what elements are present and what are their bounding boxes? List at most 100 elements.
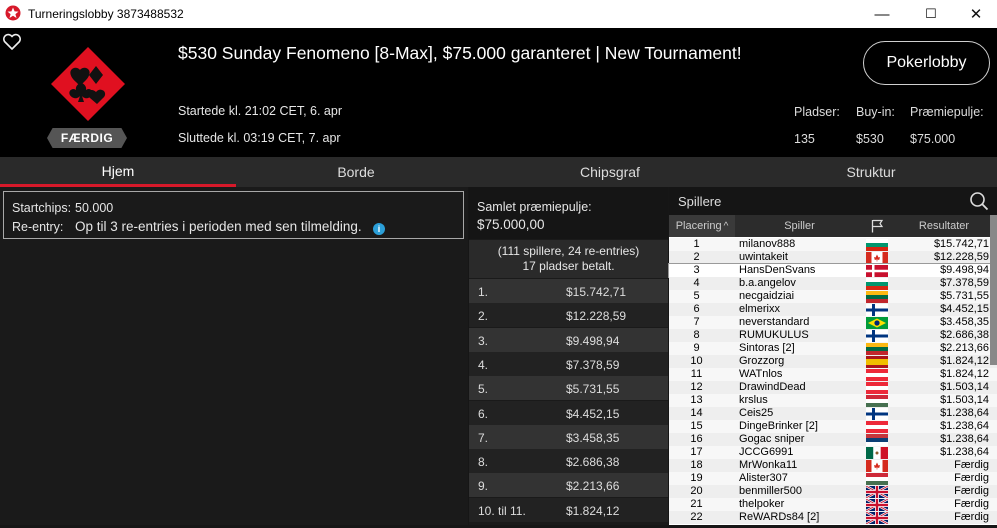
canada-flag-icon [866, 460, 888, 472]
payout-row: 4. $7.378,59 [469, 351, 668, 376]
player-result: Færdig [954, 472, 989, 484]
payout-amount: $4.452,15 [566, 406, 620, 421]
sort-asc-icon: ^ [723, 220, 729, 232]
player-row[interactable]: 17 JCCG6991 $1.238,64 [669, 446, 997, 459]
player-name: RUMUKULUS [739, 329, 809, 341]
player-rank: 5 [693, 290, 700, 302]
player-rank: 14 [690, 407, 703, 419]
player-result: Færdig [954, 459, 989, 471]
player-result: $1.238,64 [940, 407, 989, 419]
player-row[interactable]: 16 Gogac sniper $1.238,64 [669, 433, 997, 446]
reentry-value: Op til 3 re-entries i perioden med sen t… [75, 219, 362, 234]
tournament-title: $530 Sunday Fenomeno [8-Max], $75.000 ga… [178, 43, 742, 63]
brazil-flag-icon [866, 317, 888, 329]
player-row[interactable]: 10 Grozzorg $1.824,12 [669, 355, 997, 368]
pokerstars-logo-icon [5, 5, 21, 21]
info-icon[interactable]: i [373, 223, 385, 235]
player-name: WATnlos [739, 368, 783, 380]
payout-amount: $3.458,35 [566, 430, 620, 445]
startchips-label: Startchips: [12, 201, 72, 215]
player-row[interactable]: 13 krslus $1.503,14 [669, 394, 997, 407]
maximize-button[interactable]: ☐ [908, 0, 954, 28]
uk-flag-icon [865, 510, 889, 526]
minimize-button[interactable]: — [859, 0, 905, 28]
player-row[interactable]: 7 neverstandard $3.458,35 [669, 316, 997, 329]
player-name: benmiller500 [739, 485, 802, 497]
player-table-header: Placering ^ Spiller Resultater [669, 215, 997, 237]
reentry-label: Re-entry: [12, 220, 64, 234]
player-name: JCCG6991 [739, 446, 794, 458]
payout-row: 6. $4.452,15 [469, 400, 668, 425]
uk-flag-icon [865, 497, 889, 513]
player-name: thelpoker [739, 498, 785, 510]
player-row[interactable]: 4 b.a.angelov $7.378,59 [669, 277, 997, 290]
player-row[interactable]: 12 DrawindDead $1.503,14 [669, 381, 997, 394]
player-result: $5.731,55 [940, 290, 989, 302]
prize-panel: Samlet præmiepulje: $75.000,00 (111 spil… [469, 187, 668, 525]
player-name: Ceis25 [739, 407, 774, 419]
payout-row: 1. $15.742,71 [469, 279, 668, 303]
player-rank: 22 [690, 511, 703, 523]
player-row[interactable]: 5 necgaidziai $5.731,55 [669, 290, 997, 303]
player-row[interactable]: 21 thelpoker Færdig [669, 497, 997, 513]
player-row[interactable]: 9 Sintoras [2] $2.213,66 [669, 342, 997, 355]
payout-place: 8. [478, 455, 489, 470]
player-row[interactable]: 22 ReWARDs84 [2] Færdig [669, 510, 997, 526]
player-result: Færdig [954, 498, 989, 510]
tab-bar: Hjem Borde Chipsgraf Struktur [0, 157, 997, 187]
search-icon[interactable] [969, 191, 989, 211]
column-rank[interactable]: Placering ^ [669, 215, 735, 237]
player-list-scrollbar[interactable] [990, 215, 997, 365]
player-row[interactable]: 19 Alister307 Færdig [669, 472, 997, 485]
player-result: $2.213,66 [940, 342, 989, 354]
startchips-value: 50.000 [75, 201, 114, 215]
payout-amount: $12.228,59 [566, 309, 627, 324]
player-row[interactable]: 6 elmerixx $4.452,15 [669, 303, 997, 316]
window-titlebar: Turneringslobby 3873488532 — ☐ ✕ [0, 0, 997, 28]
tab-chipgraph[interactable]: Chipsgraf [493, 157, 727, 187]
player-name: Alister307 [739, 472, 788, 484]
payout-place: 1. [478, 285, 489, 299]
player-row[interactable]: 18 MrWonka11 Færdig [669, 459, 997, 472]
prize-pool-value: $75.000,00 [477, 217, 545, 232]
player-row[interactable]: 20 benmiller500 Færdig [669, 484, 997, 500]
player-row[interactable]: 2 uwintakeit $12.228,59 [669, 251, 997, 264]
column-result[interactable]: Resultater [891, 215, 997, 237]
player-result: Færdig [954, 485, 989, 497]
poker-lobby-button[interactable]: Pokerlobby [863, 41, 990, 85]
tab-structure[interactable]: Struktur [752, 157, 990, 187]
tab-tables[interactable]: Borde [237, 157, 475, 187]
payout-place: 5. [478, 382, 489, 397]
player-rank: 18 [690, 459, 703, 471]
column-player[interactable]: Spiller [736, 215, 863, 237]
seats-label: Pladser: [794, 105, 840, 119]
player-row[interactable]: 11 WATnlos $1.824,12 [669, 368, 997, 381]
player-result: $1.503,14 [940, 394, 989, 406]
prizepool-label: Præmiepulje: [910, 105, 984, 119]
player-result: $4.452,15 [940, 303, 989, 315]
player-name: HansDenSvans [739, 264, 816, 276]
player-result: $7.378,59 [940, 277, 989, 289]
player-name: MrWonka11 [739, 459, 798, 471]
player-rank: 2 [693, 251, 700, 263]
player-rank: 16 [690, 433, 703, 445]
player-row[interactable]: 8 RUMUKULUS $2.686,38 [669, 329, 997, 342]
player-result: $1.238,64 [940, 446, 989, 458]
player-row[interactable]: 1 milanov888 $15.742,71 [669, 238, 997, 251]
player-name: b.a.angelov [739, 277, 796, 289]
column-country[interactable] [864, 215, 889, 237]
player-name: uwintakeit [739, 251, 788, 263]
payout-place: 6. [478, 406, 489, 421]
close-button[interactable]: ✕ [953, 0, 997, 28]
status-badge: FÆRDIG [47, 128, 127, 148]
player-row[interactable]: 15 DingeBrinker [2] $1.238,64 [669, 420, 997, 433]
favorite-heart-icon[interactable] [2, 33, 22, 51]
window-title: Turneringslobby 3873488532 [28, 7, 184, 21]
player-row[interactable]: 3 HansDenSvans $9.498,94 [668, 263, 997, 278]
player-result: $15.742,71 [933, 238, 989, 250]
player-rank: 19 [690, 472, 703, 484]
tab-home[interactable]: Hjem [0, 157, 236, 187]
player-rank: 1 [693, 238, 700, 250]
player-row[interactable]: 14 Ceis25 $1.238,64 [669, 407, 997, 420]
player-name: Grozzorg [739, 355, 785, 367]
